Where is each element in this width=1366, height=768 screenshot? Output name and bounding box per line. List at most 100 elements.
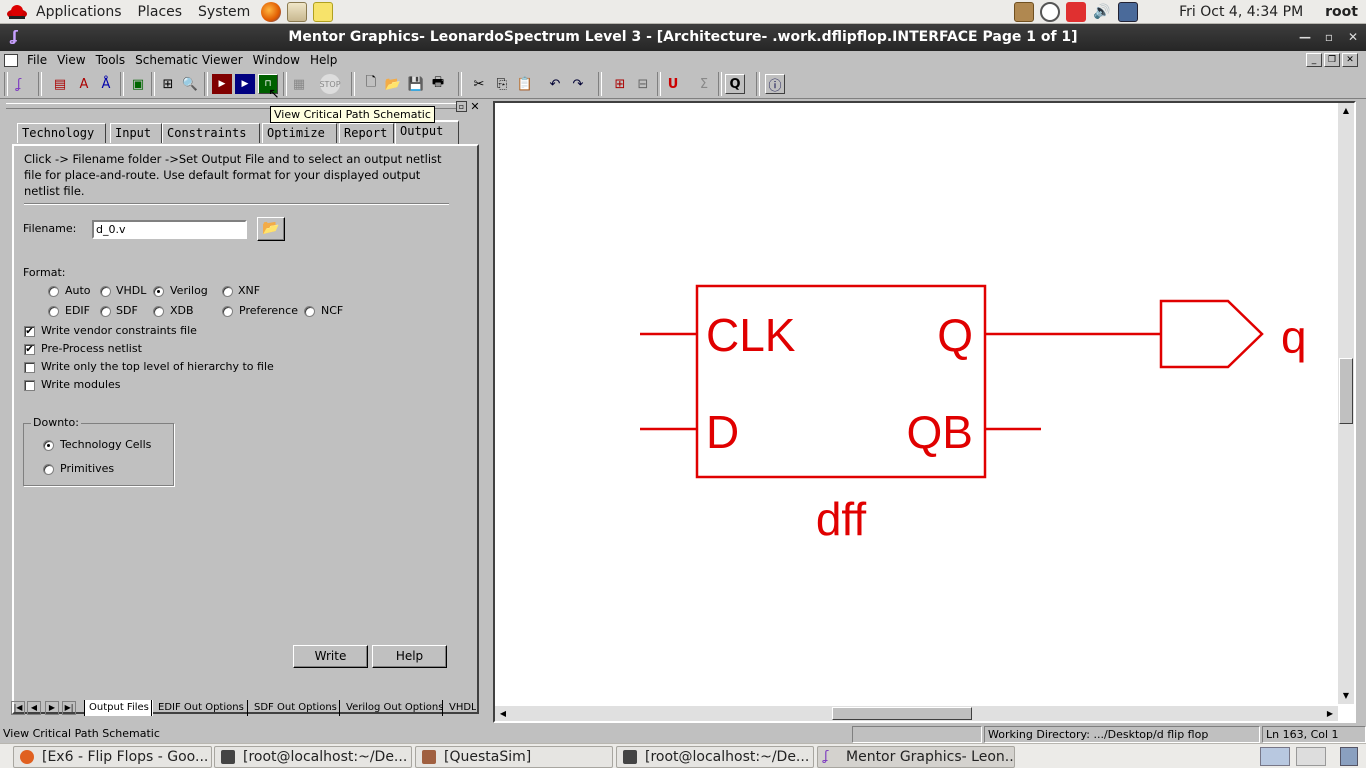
applications-menu[interactable]: Applications: [28, 0, 130, 24]
format-edif-radio[interactable]: [48, 306, 59, 317]
schematic-canvas[interactable]: CLK D Q QB dff q ▲ ▼ ◀ ▶: [493, 101, 1356, 723]
workspace-2[interactable]: [1296, 747, 1326, 766]
format-xnf-radio[interactable]: [222, 286, 233, 297]
format-auto-radio[interactable]: [48, 286, 59, 297]
write-vendor-constraints-checkbox[interactable]: ✔: [24, 326, 35, 337]
top-level-only-checkbox[interactable]: [24, 362, 35, 373]
tab-last-icon[interactable]: ▶|: [62, 701, 76, 715]
menu-window[interactable]: Window: [248, 53, 305, 67]
trash-icon[interactable]: [1340, 747, 1358, 766]
vertical-scrollbar[interactable]: ▲ ▼: [1338, 103, 1354, 704]
subtab-output-files[interactable]: Output Files: [84, 700, 153, 716]
print-icon[interactable]: 🖶: [428, 74, 448, 94]
horizontal-scrollbar[interactable]: ◀ ▶: [495, 706, 1338, 721]
run-flow-icon[interactable]: A: [74, 74, 94, 94]
chart-icon[interactable]: ▦: [289, 74, 309, 94]
menu-schematic-viewer[interactable]: Schematic Viewer: [130, 53, 248, 67]
tab-output[interactable]: Output: [395, 120, 459, 144]
scroll-left-icon[interactable]: ◀: [495, 706, 511, 721]
copy-icon[interactable]: ⎘: [492, 74, 512, 94]
subtab-edif-out-options[interactable]: EDIF Out Options: [151, 700, 244, 716]
new-file-icon[interactable]: 🗋: [361, 74, 381, 94]
menu-view[interactable]: View: [52, 53, 90, 67]
format-sdf-radio[interactable]: [100, 306, 111, 317]
downto-technology-cells-radio[interactable]: [43, 440, 54, 451]
redhat-icon[interactable]: [6, 2, 28, 22]
package-icon[interactable]: [1014, 1, 1035, 22]
downto-primitives-radio[interactable]: [43, 464, 54, 475]
taskbar-item-terminal-1[interactable]: [root@localhost:~/De...: [214, 746, 412, 768]
view-tech-schematic-icon[interactable]: ▶: [235, 74, 255, 94]
mail-icon[interactable]: [287, 1, 308, 22]
scroll-down-icon[interactable]: ▼: [1338, 688, 1354, 704]
tab-optimize[interactable]: Optimize: [262, 123, 337, 143]
align-icon[interactable]: ⊟: [633, 74, 653, 94]
magnet-icon[interactable]: U: [663, 74, 683, 94]
user-label[interactable]: root: [1317, 0, 1366, 24]
panel-float-icon[interactable]: ▫: [456, 101, 467, 112]
paste-icon[interactable]: 📋: [515, 74, 535, 94]
taskbar-item-questasim[interactable]: [QuestaSim]: [415, 746, 613, 768]
update-icon[interactable]: [1066, 1, 1087, 22]
filter-icon[interactable]: ⊞: [610, 74, 630, 94]
system-menu[interactable]: System: [190, 0, 258, 24]
format-ncf-radio[interactable]: [304, 306, 315, 317]
open-file-icon[interactable]: 📂: [383, 74, 403, 94]
quick-setup-icon[interactable]: Å: [96, 74, 116, 94]
network-icon[interactable]: [1118, 1, 1139, 22]
format-verilog-radio[interactable]: [153, 286, 164, 297]
volume-icon[interactable]: 🔊: [1092, 2, 1112, 22]
menu-tools[interactable]: Tools: [91, 53, 131, 67]
hierarchy-icon[interactable]: ⊞: [158, 74, 178, 94]
scroll-up-icon[interactable]: ▲: [1338, 103, 1354, 119]
clock[interactable]: Fri Oct 4, 4:34 PM: [1171, 0, 1311, 24]
tab-input[interactable]: Input: [110, 123, 162, 143]
find-icon[interactable]: 🔍: [180, 74, 200, 94]
vertical-scroll-thumb[interactable]: [1339, 358, 1353, 424]
notes-icon[interactable]: [313, 1, 334, 22]
preprocess-netlist-checkbox[interactable]: ✔: [24, 344, 35, 355]
write-button[interactable]: Write: [293, 645, 368, 668]
tab-next-icon[interactable]: ▶: [45, 701, 59, 715]
subtab-sdf-out-options[interactable]: SDF Out Options: [247, 700, 337, 716]
app-icon[interactable]: ʆ: [6, 29, 22, 45]
view-rtl-icon[interactable]: ▣: [128, 74, 148, 94]
info-icon[interactable]: ⓘ: [765, 74, 785, 94]
mdi-close-icon[interactable]: ✕: [1342, 53, 1358, 67]
browse-folder-button[interactable]: 📂: [257, 217, 285, 241]
undo-icon[interactable]: ↶: [545, 74, 565, 94]
minimize-icon[interactable]: —: [1294, 24, 1316, 51]
panel-close-icon[interactable]: ✕: [469, 101, 481, 113]
query-icon[interactable]: Q: [725, 74, 745, 94]
format-preference-radio[interactable]: [222, 306, 233, 317]
workspace-1[interactable]: [1260, 747, 1290, 766]
mdi-minimize-icon[interactable]: _: [1306, 53, 1322, 67]
menu-help[interactable]: Help: [305, 53, 342, 67]
tab-technology[interactable]: Technology: [17, 123, 106, 143]
format-vhdl-radio[interactable]: [100, 286, 111, 297]
open-project-icon[interactable]: ▤: [50, 74, 70, 94]
scroll-right-icon[interactable]: ▶: [1322, 706, 1338, 721]
tab-first-icon[interactable]: |◀: [11, 701, 25, 715]
menu-file[interactable]: File: [22, 53, 52, 67]
save-icon[interactable]: 💾: [406, 74, 426, 94]
cut-icon[interactable]: ✂: [469, 74, 489, 94]
close-icon[interactable]: ✕: [1342, 24, 1364, 51]
horizontal-scroll-thumb[interactable]: [832, 707, 972, 720]
format-xdb-radio[interactable]: [153, 306, 164, 317]
filename-field[interactable]: d_0.v: [92, 220, 247, 239]
mdi-restore-icon[interactable]: ❐: [1324, 53, 1340, 67]
subtab-vhdl[interactable]: VHDL: [442, 700, 476, 716]
sigma-icon[interactable]: Σ: [694, 74, 714, 94]
tab-prev-icon[interactable]: ◀: [27, 701, 41, 715]
subtab-verilog-out-options[interactable]: Verilog Out Options: [339, 700, 443, 716]
tab-report[interactable]: Report: [339, 123, 394, 143]
taskbar-item-browser[interactable]: [Ex6 - Flip Flops - Goo...: [13, 746, 212, 768]
help-button[interactable]: Help: [372, 645, 447, 668]
places-menu[interactable]: Places: [130, 0, 191, 24]
view-rtl-schematic-icon[interactable]: ▶: [212, 74, 232, 94]
write-modules-checkbox[interactable]: [24, 380, 35, 391]
document-icon[interactable]: [4, 53, 18, 67]
tab-constraints[interactable]: Constraints: [162, 123, 260, 143]
taskbar-item-mentor[interactable]: ʆ Mentor Graphics- Leon...: [817, 746, 1015, 768]
